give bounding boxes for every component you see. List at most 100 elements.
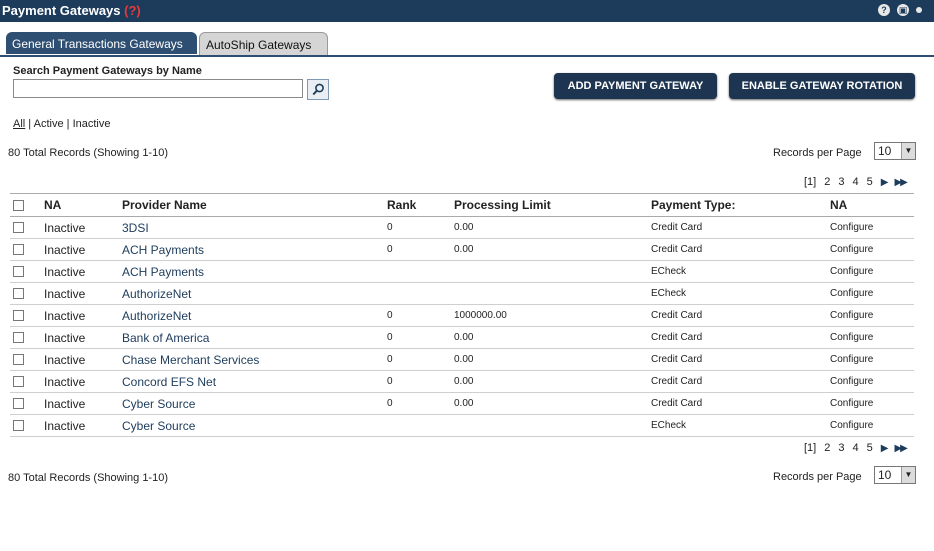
configure-link[interactable]: Configure xyxy=(830,414,914,437)
table-row: Inactive Chase Merchant Services 0 0.00 Cred… xyxy=(10,348,914,371)
provider-link[interactable]: Chase Merchant Services xyxy=(122,348,387,371)
add-payment-gateway-button[interactable]: ADD PAYMENT GATEWAY xyxy=(554,73,717,99)
row-rank: 0 xyxy=(387,392,454,415)
tab-general-transactions[interactable]: General Transactions Gateways xyxy=(6,32,197,54)
row-checkbox[interactable] xyxy=(13,222,24,234)
row-payment-type: ECheck xyxy=(651,414,830,437)
help-marker[interactable]: (?) xyxy=(124,3,141,18)
last-icon[interactable]: ▶▶ xyxy=(894,443,907,454)
help-icon[interactable]: ? xyxy=(878,4,890,16)
row-processing-limit xyxy=(454,414,651,437)
search-label: Search Payment Gateways by Name xyxy=(13,65,202,77)
row-payment-type: Credit Card xyxy=(651,304,830,327)
provider-link[interactable]: AuthorizeNet xyxy=(122,282,387,305)
provider-link[interactable]: Cyber Source xyxy=(122,392,387,415)
column-header-processing-limit[interactable]: Processing Limit xyxy=(454,193,651,217)
table-row: Inactive 3DSI 0 0.00 Credit Card Configure xyxy=(10,216,914,239)
close-dot-icon[interactable] xyxy=(916,7,922,13)
row-processing-limit: 0.00 xyxy=(454,370,651,393)
table-row: Inactive Cyber Source 0 0.00 Credit Card Conf… xyxy=(10,392,914,415)
provider-link[interactable]: Bank of America xyxy=(122,326,387,349)
page-link[interactable]: 5 xyxy=(867,176,873,188)
column-header-rank[interactable]: Rank xyxy=(387,193,454,217)
filter-separator: | xyxy=(25,118,34,130)
next-icon[interactable]: ▶ xyxy=(881,177,889,188)
search-input[interactable] xyxy=(13,79,303,98)
row-checkbox[interactable] xyxy=(13,420,24,432)
gateway-tabs: General Transactions Gateways AutoShip G… xyxy=(6,32,330,56)
provider-link[interactable]: ACH Payments xyxy=(122,238,387,261)
page-link[interactable]: 4 xyxy=(852,442,858,454)
total-records-bottom: 80 Total Records (Showing 1-10) xyxy=(8,472,168,484)
configure-link[interactable]: Configure xyxy=(830,392,914,415)
row-checkbox[interactable] xyxy=(13,310,24,322)
records-per-page-select[interactable]: 10 ▼ xyxy=(874,142,916,160)
row-checkbox[interactable] xyxy=(13,244,24,256)
page-link[interactable]: 5 xyxy=(867,442,873,454)
configure-link[interactable]: Configure xyxy=(830,348,914,371)
row-checkbox[interactable] xyxy=(13,288,24,300)
chevron-down-icon: ▼ xyxy=(901,143,915,159)
enable-gateway-rotation-button[interactable]: ENABLE GATEWAY ROTATION xyxy=(729,73,915,99)
row-payment-type: ECheck xyxy=(651,260,830,283)
row-payment-type: ECheck xyxy=(651,282,830,305)
select-all-checkbox[interactable] xyxy=(13,200,24,212)
column-header-status[interactable]: NA xyxy=(44,193,122,217)
configure-link[interactable]: Configure xyxy=(830,282,914,305)
row-checkbox[interactable] xyxy=(13,266,24,278)
print-icon[interactable]: ▣ xyxy=(897,4,909,16)
page-link[interactable]: 2 xyxy=(824,176,830,188)
row-status: Inactive xyxy=(44,282,122,305)
table-row: Inactive Bank of America 0 0.00 Credit Card C… xyxy=(10,326,914,349)
configure-link[interactable]: Configure xyxy=(830,370,914,393)
page-current: [1] xyxy=(804,176,817,188)
row-checkbox[interactable] xyxy=(13,376,24,388)
pagination-bottom: [1] 2 3 4 5 ▶ ▶▶ xyxy=(804,442,908,454)
provider-link[interactable]: Cyber Source xyxy=(122,414,387,437)
row-payment-type: Credit Card xyxy=(651,216,830,239)
row-processing-limit xyxy=(454,282,651,305)
tab-autoship[interactable]: AutoShip Gateways xyxy=(199,32,328,55)
row-processing-limit: 0.00 xyxy=(454,238,651,261)
page-link[interactable]: 4 xyxy=(852,176,858,188)
column-header-provider[interactable]: Provider Name xyxy=(122,193,387,217)
page-title-text: Payment Gateways xyxy=(2,3,121,18)
row-rank: 0 xyxy=(387,304,454,327)
next-icon[interactable]: ▶ xyxy=(881,443,889,454)
row-payment-type: Credit Card xyxy=(651,370,830,393)
filter-active-link[interactable]: Active xyxy=(34,118,64,130)
status-filter: All | Active | Inactive xyxy=(13,118,110,130)
row-processing-limit: 0.00 xyxy=(454,392,651,415)
filter-all-link[interactable]: All xyxy=(13,118,25,130)
records-per-page-label: Records per Page xyxy=(773,471,862,483)
pagination-top: [1] 2 3 4 5 ▶ ▶▶ xyxy=(804,176,908,188)
row-status: Inactive xyxy=(44,414,122,437)
row-checkbox[interactable] xyxy=(13,354,24,366)
provider-link[interactable]: ACH Payments xyxy=(122,260,387,283)
page-current: [1] xyxy=(804,442,817,454)
column-header-action: NA xyxy=(830,193,914,217)
filter-inactive-link[interactable]: Inactive xyxy=(73,118,111,130)
configure-link[interactable]: Configure xyxy=(830,304,914,327)
page-link[interactable]: 3 xyxy=(838,176,844,188)
configure-link[interactable]: Configure xyxy=(830,216,914,239)
provider-link[interactable]: AuthorizeNet xyxy=(122,304,387,327)
configure-link[interactable]: Configure xyxy=(830,260,914,283)
provider-link[interactable]: Concord EFS Net xyxy=(122,370,387,393)
page-link[interactable]: 2 xyxy=(824,442,830,454)
row-status: Inactive xyxy=(44,392,122,415)
row-rank: 0 xyxy=(387,216,454,239)
provider-link[interactable]: 3DSI xyxy=(122,216,387,239)
records-per-page-select[interactable]: 10 ▼ xyxy=(874,466,916,484)
configure-link[interactable]: Configure xyxy=(830,326,914,349)
row-payment-type: Credit Card xyxy=(651,348,830,371)
last-icon[interactable]: ▶▶ xyxy=(894,177,907,188)
row-payment-type: Credit Card xyxy=(651,326,830,349)
search-button[interactable] xyxy=(307,79,329,100)
page-link[interactable]: 3 xyxy=(838,442,844,454)
row-checkbox[interactable] xyxy=(13,398,24,410)
configure-link[interactable]: Configure xyxy=(830,238,914,261)
row-status: Inactive xyxy=(44,260,122,283)
column-header-payment-type[interactable]: Payment Type: xyxy=(651,193,830,217)
row-checkbox[interactable] xyxy=(13,332,24,344)
